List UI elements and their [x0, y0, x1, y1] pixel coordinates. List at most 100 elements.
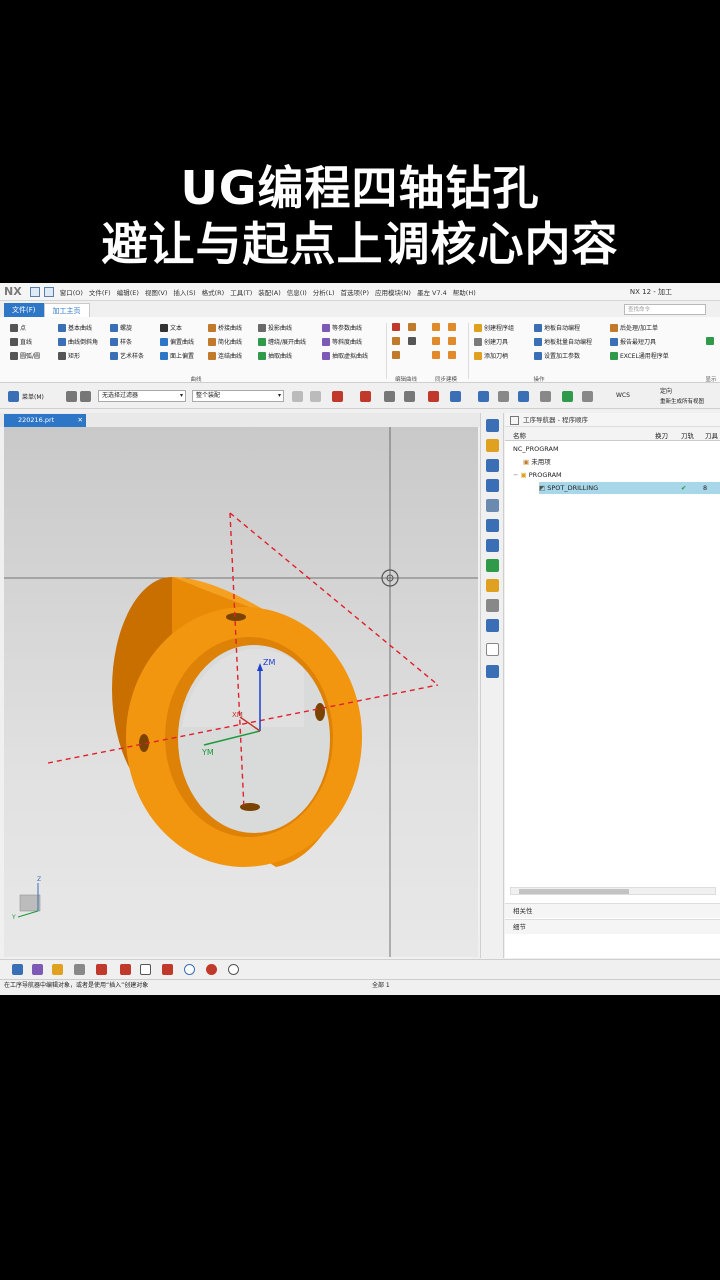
cmd-rectangle[interactable]: 矩形	[58, 351, 80, 360]
fit-view-icon[interactable]	[478, 391, 489, 402]
cube-icon[interactable]	[450, 391, 461, 402]
generate-icon[interactable]	[12, 964, 23, 975]
menu-tools[interactable]: 工具(T)	[230, 287, 252, 297]
cmd-point[interactable]: 点	[10, 323, 26, 332]
report-icon[interactable]	[162, 964, 173, 975]
menu-format[interactable]: 格式(R)	[202, 287, 225, 297]
edit-curve-icon-5[interactable]	[392, 351, 402, 359]
cmd-auto-program[interactable]: 地板自动编程	[534, 323, 580, 332]
extra-icon[interactable]	[706, 337, 716, 345]
tab-file[interactable]: 文件(F)	[4, 303, 44, 317]
cmd-extract-virtual[interactable]: 抽取虚拟曲线	[322, 351, 368, 360]
type-filter-select[interactable]: 无选择过滤器	[98, 390, 186, 402]
select-mode-icon[interactable]	[332, 391, 343, 402]
operation-navigator-icon[interactable]	[486, 459, 499, 472]
col-tool[interactable]: 刀具	[705, 430, 718, 440]
sync-icon-4[interactable]	[448, 337, 458, 345]
feature-icon[interactable]	[428, 391, 439, 402]
view-rotate-icon[interactable]	[384, 391, 395, 402]
graphics-viewport[interactable]: ZM YM XM Z Y	[4, 427, 478, 957]
selection-icon[interactable]	[80, 391, 91, 402]
cmd-simplify-curve[interactable]: 简化曲线	[208, 337, 242, 346]
menu-edit[interactable]: 编辑(E)	[117, 287, 139, 297]
col-tool-change[interactable]: 换刀	[655, 430, 668, 440]
hexagon-icon[interactable]	[404, 391, 415, 402]
circle-icon[interactable]	[228, 964, 239, 975]
cmd-equal-slope[interactable]: 等斜度曲线	[322, 337, 362, 346]
col-name[interactable]: 名称	[513, 430, 526, 440]
menu-preferences[interactable]: 首选项(P)	[341, 287, 370, 297]
command-search-input[interactable]: 查找命令	[624, 304, 706, 315]
simulate-icon[interactable]	[52, 964, 63, 975]
deselect-icon[interactable]	[310, 391, 321, 402]
render-icon[interactable]	[582, 391, 593, 402]
menu-view[interactable]: 视图(V)	[145, 287, 168, 297]
cmd-postprocess[interactable]: 后处理/加工单	[610, 323, 658, 332]
delete-icon[interactable]	[96, 964, 107, 975]
save-icon[interactable]	[29, 286, 40, 297]
tree-row-program[interactable]: − ▣ PROGRAM	[513, 469, 720, 481]
web-browser-icon[interactable]	[486, 559, 499, 572]
cmd-report-tool[interactable]: 报告最短刀具	[610, 337, 656, 346]
assembly-filter-select[interactable]: 整个装配	[192, 390, 284, 402]
palette-icon[interactable]	[486, 579, 499, 592]
cmd-create-tool[interactable]: 创建刀具	[474, 337, 508, 346]
collision-icon[interactable]	[206, 964, 217, 975]
snap-icon[interactable]	[66, 391, 77, 402]
cmd-helix[interactable]: 螺旋	[110, 323, 132, 332]
window-icon[interactable]	[43, 286, 54, 297]
cmd-line[interactable]: 直线	[10, 337, 32, 346]
tree-row-spot-drilling[interactable]: ◩ SPOT_DRILLING ✔ 8	[539, 482, 720, 494]
cmd-basic-curve[interactable]: 基本曲线	[58, 323, 92, 332]
view-icon[interactable]	[498, 391, 509, 402]
layer-icon[interactable]	[540, 391, 551, 402]
ring-part[interactable]	[112, 577, 362, 867]
rebuild-views-button[interactable]: 重新生成所有视图	[660, 397, 704, 405]
cmd-add-holder[interactable]: 添加刀柄	[474, 351, 508, 360]
details-panel[interactable]: 细节	[505, 919, 720, 934]
tool-library-icon[interactable]	[486, 499, 499, 512]
part-navigator-icon[interactable]	[486, 419, 499, 432]
select-all-icon[interactable]	[292, 391, 303, 402]
cmd-chamfer-curve[interactable]: 曲线倒斜角	[58, 337, 98, 346]
navigator-scrollbar[interactable]	[510, 887, 716, 895]
menu-info[interactable]: 信息(I)	[287, 287, 307, 297]
menu-icon[interactable]	[8, 391, 19, 402]
sync-icon-5[interactable]	[432, 351, 442, 359]
close-icon[interactable]: ✕	[78, 414, 83, 427]
scroll-thumb[interactable]	[519, 889, 629, 894]
menu-insert[interactable]: 插入(S)	[173, 287, 195, 297]
reuse-library-icon[interactable]	[486, 519, 499, 532]
dependencies-panel[interactable]: 相关性	[505, 903, 720, 918]
edit-curve-icon-2[interactable]	[408, 323, 418, 331]
history-icon[interactable]	[486, 539, 499, 552]
menu-plugin[interactable]: 墨左 V7.4	[417, 287, 447, 297]
list-icon[interactable]	[74, 964, 85, 975]
constraints-icon[interactable]	[486, 665, 499, 678]
cmd-studio-spline[interactable]: 艺术样条	[110, 351, 144, 360]
menu-file[interactable]: 文件(F)	[89, 287, 111, 297]
sync-icon-2[interactable]	[448, 323, 458, 331]
cmd-join-curve[interactable]: 连结曲线	[208, 351, 242, 360]
cmd-set-params[interactable]: 设置加工参数	[534, 351, 580, 360]
machine-tool-icon[interactable]	[486, 479, 499, 492]
menu-button[interactable]: 菜单(M)	[22, 392, 44, 401]
part-tab[interactable]: 220216.prt ✕	[4, 414, 86, 427]
menu-assembly[interactable]: 装配(A)	[258, 287, 281, 297]
menu-window[interactable]: 窗口(O)	[60, 287, 83, 297]
edit-curve-icon-3[interactable]	[392, 337, 402, 345]
wcs-orient-button[interactable]: 定向	[660, 386, 672, 395]
sync-icon-3[interactable]	[432, 337, 442, 345]
assembly-navigator-icon[interactable]	[486, 439, 499, 452]
edit-curve-icon-4[interactable]	[408, 337, 418, 345]
menu-analysis[interactable]: 分析(L)	[313, 287, 335, 297]
tree-row-nc-program[interactable]: NC_PROGRAM	[513, 443, 720, 455]
cmd-offset-on-face[interactable]: 面上偏置	[160, 351, 194, 360]
cmd-excel-sheet[interactable]: EXCEL通用程序单	[610, 351, 669, 360]
cmd-extract-curve[interactable]: 抽取曲线	[258, 351, 292, 360]
tree-row-unused[interactable]: ▣ 未用项	[523, 456, 720, 468]
col-path[interactable]: 刀轨	[681, 430, 694, 440]
roles-icon[interactable]	[486, 619, 499, 632]
display-icon[interactable]	[562, 391, 573, 402]
menu-application[interactable]: 应用模块(N)	[375, 287, 411, 297]
